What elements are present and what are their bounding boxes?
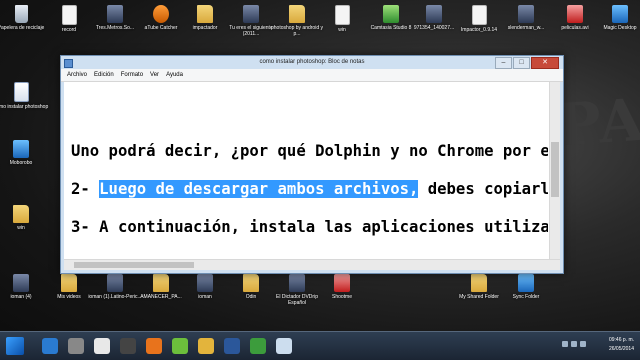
title-bar[interactable]: como instalar photoshop: Bloc de notas –…: [61, 56, 563, 69]
scroll-thumb[interactable]: [551, 142, 559, 197]
notepad-icon: [64, 59, 73, 68]
image-file-icon: [518, 5, 534, 23]
recycle-bin-icon: [14, 5, 28, 23]
shared-folder-icon: [471, 274, 487, 292]
sync-folder-icon: [518, 274, 534, 292]
menu-formato[interactable]: Formato: [118, 69, 146, 81]
notepad-icon[interactable]: [276, 338, 292, 354]
image-file-icon: [426, 5, 442, 23]
camtasia-app-icon: [383, 5, 399, 23]
video-file-icon: [107, 274, 123, 292]
menu-bar: Archivo Edición Formato Ver Ayuda: [61, 69, 563, 82]
clock-date: 26/05/2014: [608, 346, 634, 352]
text-line: Uno podrá decir, ¿por qué Dolphin y no C…: [71, 142, 548, 160]
folder-icon: [289, 5, 305, 23]
pdf-file-icon: [567, 5, 583, 23]
folder-icon: [153, 274, 169, 292]
video-file-icon: [289, 274, 305, 292]
media-player-icon[interactable]: [68, 338, 84, 354]
scroll-thumb[interactable]: [74, 262, 194, 268]
desktop-icon-label: Sync Folder: [512, 294, 540, 300]
minimize-button[interactable]: –: [495, 57, 512, 69]
notepad-window[interactable]: como instalar photoshop: Bloc de notas –…: [60, 55, 564, 274]
start-button[interactable]: [6, 337, 24, 355]
video-file-icon: [13, 274, 29, 292]
atube-app-icon: [153, 5, 169, 23]
desktop-icon-label: Shootme: [331, 294, 352, 300]
menu-ver[interactable]: Ver: [147, 69, 162, 81]
flag-icon[interactable]: [580, 341, 586, 347]
video-file-icon: [197, 274, 213, 292]
firefox-icon[interactable]: [146, 338, 162, 354]
selected-text: Luego de descargar ambos archivos,: [99, 180, 419, 198]
folder-icon: [197, 5, 213, 23]
clock-time: 09:46 p. m.: [608, 337, 634, 343]
desktop-icon[interactable]: Sync Folder: [497, 274, 555, 300]
desktop-icon[interactable]: Shootme: [313, 274, 371, 300]
maximize-button[interactable]: □: [513, 57, 530, 69]
desktop-icon[interactable]: Magic Desktop: [591, 5, 640, 31]
video-file-icon: [243, 5, 259, 23]
desktop-icon[interactable]: como instalar photoshop: [0, 82, 50, 110]
desktop-icon-label: win: [17, 225, 25, 231]
horizontal-scrollbar[interactable]: [64, 259, 560, 270]
menu-archivo[interactable]: Archivo: [64, 69, 90, 81]
video-file-icon: [107, 5, 123, 23]
desktop-icon-label: Magic Desktop: [603, 25, 637, 31]
magic-desktop-icon: [612, 5, 628, 23]
folder-icon: [13, 205, 29, 223]
file-icon: [334, 5, 350, 25]
desktop-icon[interactable]: Moborobo: [0, 140, 50, 166]
hp-icon[interactable]: [42, 338, 58, 354]
menu-edicion[interactable]: Edición: [91, 69, 117, 81]
winamp-icon[interactable]: [120, 338, 136, 354]
window-title: como instalar photoshop: Bloc de notas: [259, 59, 365, 65]
text-line: 3- A continuación, instala las aplicacio…: [71, 218, 548, 236]
desktop-icon-label: Moborobo: [9, 160, 33, 166]
file-icon: [61, 5, 77, 25]
desktop-icon[interactable]: win: [0, 205, 50, 231]
utorrent-icon[interactable]: [172, 338, 188, 354]
moborobo-app-icon: [13, 140, 29, 158]
line-prefix: 2-: [71, 180, 100, 198]
line-rest: debes copiarl: [418, 180, 548, 198]
close-button[interactable]: ✕: [531, 57, 559, 69]
file-icon: [471, 5, 487, 25]
text-document-icon: [13, 82, 29, 102]
text-line: 2- Luego de descargar ambos archivos, de…: [71, 180, 548, 198]
folder-icon: [61, 274, 77, 292]
menu-ayuda[interactable]: Ayuda: [163, 69, 186, 81]
clock[interactable]: 09:46 p. m. 26/05/2014: [609, 336, 634, 354]
explorer-icon[interactable]: [198, 338, 214, 354]
vertical-scrollbar[interactable]: [549, 82, 560, 260]
system-tray: [562, 341, 586, 347]
taskbar: 09:46 p. m. 26/05/2014: [0, 331, 640, 360]
network-icon[interactable]: [562, 341, 568, 347]
text-editor[interactable]: Uno podrá decir, ¿por qué Dolphin y no C…: [64, 82, 560, 270]
word-icon[interactable]: [224, 338, 240, 354]
shootme-app-icon: [334, 274, 350, 292]
camtasia-icon[interactable]: [250, 338, 266, 354]
volume-icon[interactable]: [571, 341, 577, 347]
desktop-icon-label: como instalar photoshop: [0, 104, 49, 110]
folder-icon: [243, 274, 259, 292]
chrome-icon[interactable]: [94, 338, 110, 354]
